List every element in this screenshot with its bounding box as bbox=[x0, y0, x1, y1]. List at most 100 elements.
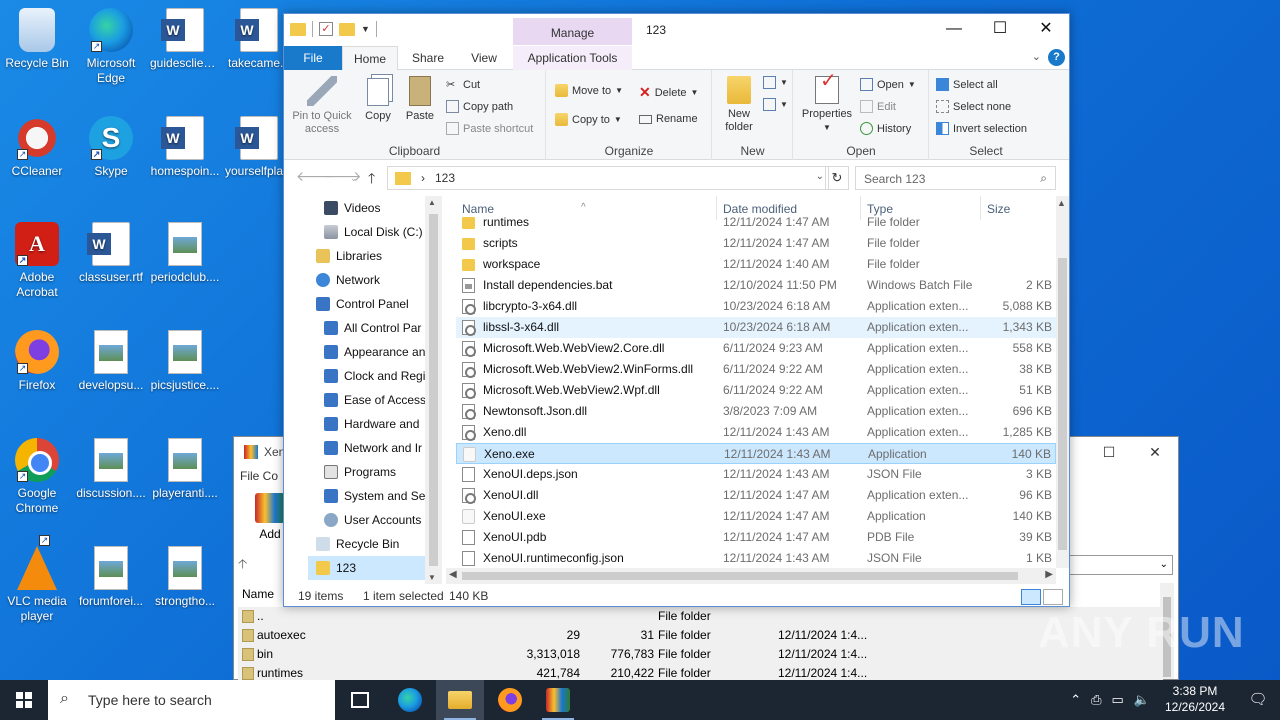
copy-to-button[interactable]: Copy to ▼ bbox=[555, 113, 622, 126]
notifications-icon[interactable]: 🗨 bbox=[1236, 680, 1280, 720]
rename-button[interactable]: Rename bbox=[639, 113, 698, 125]
nav-item-network[interactable]: Network bbox=[316, 268, 425, 292]
explorer-titlebar[interactable]: ✓ ▼ Manage 123 — ☐ ✕ bbox=[284, 14, 1069, 46]
network-status-icon[interactable]: ⎙ bbox=[1091, 692, 1101, 708]
desktop-icon[interactable]: developsu... bbox=[74, 330, 148, 393]
move-to-button[interactable]: Move to ▼ bbox=[555, 84, 623, 97]
taskbar-file-explorer[interactable] bbox=[436, 680, 484, 720]
search-box[interactable]: Search 123 ⌕ bbox=[855, 166, 1056, 190]
navigation-pane-scrollbar[interactable]: ▲ ▼ bbox=[425, 196, 442, 584]
ethernet-icon[interactable]: ▭ bbox=[1112, 692, 1124, 708]
nav-item-recycle-bin[interactable]: Recycle Bin bbox=[316, 532, 425, 556]
paste-button[interactable]: Paste bbox=[400, 76, 440, 123]
scroll-up-icon[interactable]: ▲ bbox=[428, 198, 436, 207]
delete-button[interactable]: ✕ Delete ▼ bbox=[639, 84, 698, 101]
address-bar[interactable]: › 123 ⌄ bbox=[387, 166, 829, 190]
winrar-menu[interactable]: File Co bbox=[240, 469, 278, 483]
nav-item-local-disk-c[interactable]: Local Disk (C:) bbox=[324, 220, 425, 244]
file-row[interactable]: scripts 12/11/2024 1:47 AM File folder bbox=[456, 233, 1056, 254]
desktop-icon[interactable]: ↗ CCleaner bbox=[0, 116, 74, 179]
copy-path-button[interactable]: Copy path bbox=[446, 100, 513, 113]
desktop-icon[interactable]: ↗ Firefox bbox=[0, 330, 74, 393]
taskbar-firefox[interactable] bbox=[486, 680, 534, 720]
file-list-scrollbar[interactable]: ▲ bbox=[1056, 196, 1069, 568]
explorer-window[interactable]: ✓ ▼ Manage 123 — ☐ ✕ File Home Share Vie… bbox=[283, 13, 1070, 607]
refresh-button[interactable]: ↻ bbox=[825, 166, 849, 190]
properties-button[interactable]: Properties ▼ bbox=[798, 75, 856, 134]
desktop-icon[interactable]: A ↗ Adobe Acrobat bbox=[0, 222, 74, 300]
ribbon-collapse-icon[interactable]: ⌄ bbox=[1032, 50, 1041, 63]
horizontal-scrollbar[interactable]: ◀ ▶ bbox=[446, 568, 1056, 584]
scroll-thumb[interactable] bbox=[1058, 258, 1067, 550]
easy-access-button[interactable]: ▼ bbox=[763, 98, 788, 111]
file-row[interactable]: Xeno.dll 12/11/2024 1:43 AM Application ex… bbox=[456, 422, 1056, 443]
file-row[interactable]: Microsoft.Web.WebView2.Wpf.dll 6/11/2024 … bbox=[456, 380, 1056, 401]
scroll-down-icon[interactable]: ▼ bbox=[428, 573, 436, 582]
winrar-row[interactable]: autoexec 29 31 File folder 12/11/2024 1:4... bbox=[238, 626, 1163, 645]
desktop-icon[interactable]: forumforei... bbox=[74, 546, 148, 609]
winrar-path-dropdown[interactable]: ⌄ bbox=[1067, 555, 1173, 575]
nav-item-hardware-and[interactable]: Hardware and bbox=[324, 412, 425, 436]
scroll-right-icon[interactable]: ▶ bbox=[1045, 569, 1053, 580]
new-folder-button[interactable]: New folder bbox=[715, 76, 763, 134]
nav-item-appearance-an[interactable]: Appearance an bbox=[324, 340, 425, 364]
breadcrumb[interactable]: › 123 bbox=[421, 171, 455, 185]
file-row[interactable]: XenoUI.deps.json 12/11/2024 1:43 AM JSON F… bbox=[456, 464, 1056, 485]
file-row[interactable]: XenoUI.dll 12/11/2024 1:47 AM Application … bbox=[456, 485, 1056, 506]
select-all-button[interactable]: Select all bbox=[936, 78, 998, 91]
file-row[interactable]: libssl-3-x64.dll 10/23/2024 6:18 AM Applic… bbox=[456, 317, 1056, 338]
new-item-button[interactable]: ▼ bbox=[763, 76, 788, 89]
winrar-close-button[interactable]: ✕ bbox=[1132, 437, 1178, 467]
desktop-icon[interactable]: picsjustice.... bbox=[148, 330, 222, 393]
desktop-icon[interactable]: Recycle Bin bbox=[0, 8, 74, 71]
winrar-maximize-button[interactable]: ☐ bbox=[1086, 437, 1132, 467]
maximize-button[interactable]: ☐ bbox=[977, 14, 1023, 46]
pin-to-quick-access-button[interactable]: Pin to Quick access bbox=[290, 76, 354, 136]
nav-item-clock-and-regi[interactable]: Clock and Regi bbox=[324, 364, 425, 388]
desktop-icon[interactable]: S ↗ Skype bbox=[74, 116, 148, 179]
minimize-button[interactable]: — bbox=[931, 14, 977, 46]
scroll-thumb[interactable] bbox=[429, 214, 438, 566]
file-row[interactable]: Microsoft.Web.WebView2.WinForms.dll 6/11/… bbox=[456, 359, 1056, 380]
desktop-icon[interactable]: ↗ Google Chrome bbox=[0, 438, 74, 516]
navigation-pane[interactable]: Videos Local Disk (C:) Libraries Network Con… bbox=[284, 196, 442, 584]
file-row[interactable]: Install dependencies.bat 12/10/2024 11:50… bbox=[456, 275, 1056, 296]
desktop-icon[interactable]: ↗ Microsoft Edge bbox=[74, 8, 148, 86]
tab-share[interactable]: Share bbox=[406, 46, 450, 70]
history-button[interactable]: History bbox=[860, 122, 911, 135]
scroll-left-icon[interactable]: ◀ bbox=[449, 569, 457, 580]
nav-item-libraries[interactable]: Libraries bbox=[316, 244, 425, 268]
clock[interactable]: 3:38 PM 12/26/2024 bbox=[1158, 683, 1232, 715]
file-row[interactable]: workspace 12/11/2024 1:40 AM File folder bbox=[456, 254, 1056, 275]
desktop-icon[interactable]: ↗ VLC media player bbox=[0, 535, 74, 624]
nav-item-123[interactable]: 123 bbox=[308, 556, 425, 580]
nav-item-videos[interactable]: Videos bbox=[324, 196, 425, 220]
file-list[interactable]: ^ Name Date modified Type Size runtimes 1… bbox=[446, 196, 1056, 584]
nav-item-user-accounts[interactable]: User Accounts bbox=[324, 508, 425, 532]
properties-qat-icon[interactable]: ✓ bbox=[319, 22, 333, 36]
file-row[interactable]: Newtonsoft.Json.dll 3/8/2023 7:09 AM Appli… bbox=[456, 401, 1056, 422]
desktop-icon[interactable]: strongtho... bbox=[148, 546, 222, 609]
file-row[interactable]: Microsoft.Web.WebView2.Core.dll 6/11/2024… bbox=[456, 338, 1056, 359]
tab-file[interactable]: File bbox=[284, 46, 342, 70]
tab-application-tools[interactable]: Application Tools bbox=[513, 46, 632, 70]
up-button[interactable]: 🡑 bbox=[368, 168, 375, 192]
edit-button[interactable]: Edit bbox=[860, 100, 896, 113]
nav-item-control-panel[interactable]: Control Panel bbox=[316, 292, 425, 316]
desktop-icon[interactable]: playeranti.... bbox=[148, 438, 222, 501]
file-row[interactable]: runtimes 12/11/2024 1:47 AM File folder bbox=[456, 212, 1056, 233]
file-row[interactable]: XenoUI.exe 12/11/2024 1:47 AM Application 1… bbox=[456, 506, 1056, 527]
file-row[interactable]: XenoUI.pdb 12/11/2024 1:47 AM PDB File 39 K… bbox=[456, 527, 1056, 548]
close-button[interactable]: ✕ bbox=[1023, 14, 1069, 46]
large-icons-view-button[interactable] bbox=[1043, 589, 1063, 605]
invert-selection-button[interactable]: Invert selection bbox=[936, 122, 1027, 135]
desktop-icon[interactable]: classuser.rtf bbox=[74, 222, 148, 285]
select-none-button[interactable]: Select none bbox=[936, 100, 1011, 113]
cut-button[interactable]: ✂ Cut bbox=[446, 78, 480, 92]
task-view-button[interactable] bbox=[336, 680, 384, 720]
nav-item-network-and-ir[interactable]: Network and Ir bbox=[324, 436, 425, 460]
new-folder-qat-icon[interactable] bbox=[339, 22, 355, 36]
volume-icon[interactable]: 🔈 bbox=[1134, 692, 1150, 708]
qat-dropdown-icon[interactable]: ▼ bbox=[361, 24, 370, 34]
open-button[interactable]: Open ▼ bbox=[860, 78, 916, 91]
